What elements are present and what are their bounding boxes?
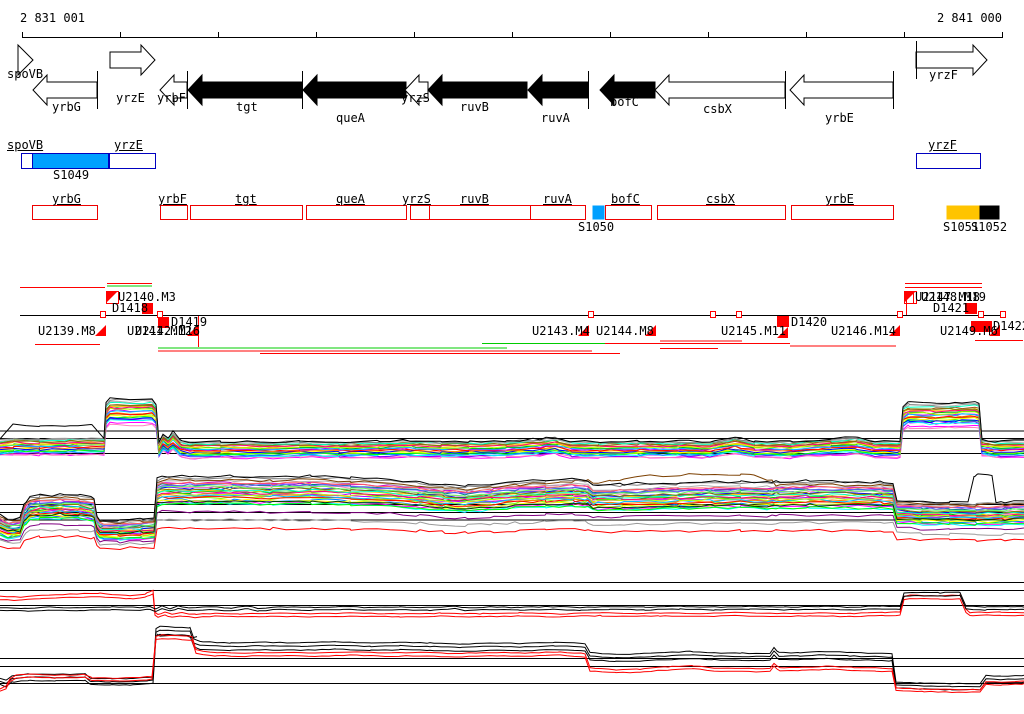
probe-end-triangle bbox=[187, 325, 198, 336]
red-feature-box-S1050[interactable] bbox=[592, 205, 605, 220]
gene-arrow-yrbE[interactable] bbox=[789, 73, 894, 107]
red-feature-box-S1052[interactable] bbox=[979, 205, 1000, 220]
probe-end-triangle bbox=[95, 325, 106, 336]
blue-feature-box-spoVB[interactable] bbox=[21, 153, 33, 169]
expression-panel-2 bbox=[0, 473, 1024, 551]
d-segment-box bbox=[971, 321, 992, 332]
blue-feature-box-S1049[interactable] bbox=[32, 153, 109, 169]
red-feature-box-queA[interactable] bbox=[306, 205, 407, 220]
red-feature-box-yrbF[interactable] bbox=[160, 205, 188, 220]
expression-panel-3 bbox=[0, 582, 1024, 639]
probe-boundary-square bbox=[588, 311, 594, 318]
red-feature-box-bofC[interactable] bbox=[605, 205, 652, 220]
probe-end-triangle bbox=[645, 325, 656, 336]
gene-arrow-yrbG[interactable] bbox=[32, 73, 98, 107]
probe-boundary-square bbox=[897, 311, 903, 318]
d-segment-box bbox=[142, 303, 153, 314]
red-feature-box-yrbE[interactable] bbox=[791, 205, 894, 220]
tracks-canvas bbox=[0, 32, 1024, 694]
probe-end-triangle bbox=[889, 325, 900, 336]
gene-arrow-yrzS[interactable] bbox=[404, 73, 429, 107]
d-segment-box bbox=[965, 303, 977, 314]
gene-arrow-yrzE[interactable] bbox=[109, 43, 156, 77]
gene-arrow-csbX[interactable] bbox=[654, 73, 786, 107]
probe-end-triangle bbox=[777, 327, 788, 338]
gene-arrow-ruvB[interactable] bbox=[427, 73, 528, 107]
blue-feature-box-yrzE[interactable] bbox=[109, 153, 156, 169]
gene-arrow-bofC[interactable] bbox=[599, 73, 656, 107]
blue-feature-box-yrzF[interactable] bbox=[916, 153, 981, 169]
gene-arrow-yrzF[interactable] bbox=[915, 43, 988, 77]
d-segment-box bbox=[777, 316, 789, 327]
red-feature-box-csbX[interactable] bbox=[657, 205, 786, 220]
probe-boundary-square bbox=[978, 311, 984, 318]
red-feature-box-S1051[interactable] bbox=[946, 205, 980, 220]
d-segment-box bbox=[158, 317, 169, 328]
red-feature-box-ruvA[interactable] bbox=[530, 205, 586, 220]
gene-arrow-queA[interactable] bbox=[302, 73, 407, 107]
probe-boundary-square bbox=[100, 311, 106, 318]
red-feature-box-yrzS[interactable] bbox=[410, 205, 430, 220]
expression-panel-1 bbox=[0, 397, 1024, 460]
genome-browser: 2 831 001 2 841 000 spoVB yrbG yrzE yrbF tgt… bbox=[0, 0, 1024, 714]
probe-boundary-square bbox=[1000, 311, 1006, 318]
probe-boundary-square bbox=[710, 311, 716, 318]
gene-arrow-tgt[interactable] bbox=[187, 73, 303, 107]
expression-panel-4 bbox=[0, 625, 1024, 694]
gene-arrow-spoVB[interactable] bbox=[17, 43, 34, 77]
red-feature-box-yrbG[interactable] bbox=[32, 205, 98, 220]
probe-boundary-square bbox=[157, 311, 163, 318]
red-feature-box-tgt[interactable] bbox=[190, 205, 303, 220]
probe-end-triangle bbox=[578, 325, 589, 336]
gene-arrow-ruvA[interactable] bbox=[527, 73, 589, 107]
gene-arrow-yrbF[interactable] bbox=[159, 73, 188, 107]
probe-boundary-square bbox=[736, 311, 742, 318]
red-feature-box-ruvB[interactable] bbox=[429, 205, 531, 220]
